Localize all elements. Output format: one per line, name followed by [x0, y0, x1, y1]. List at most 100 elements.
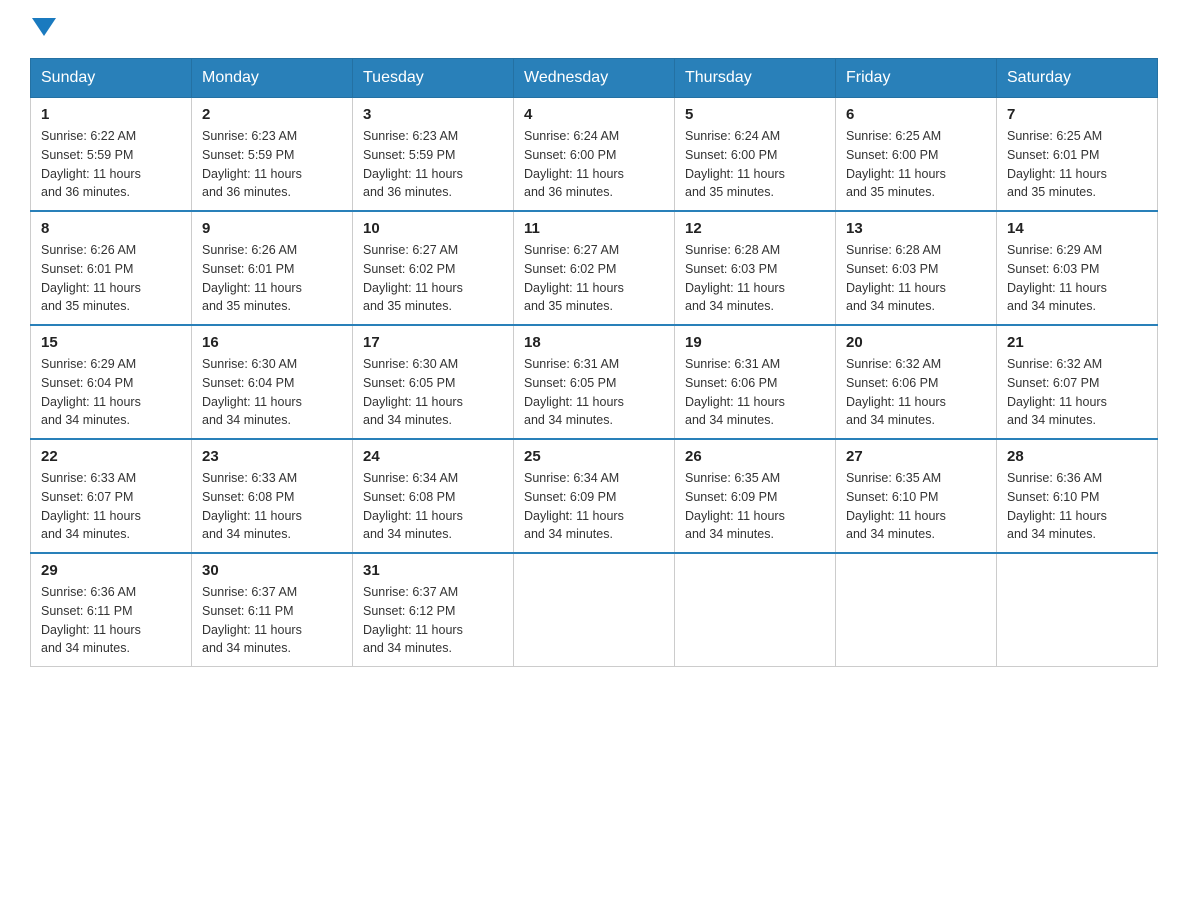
empty-cell	[514, 553, 675, 667]
day-sun-info: Sunrise: 6:23 AMSunset: 5:59 PMDaylight:…	[202, 127, 342, 202]
day-sun-info: Sunrise: 6:31 AMSunset: 6:06 PMDaylight:…	[685, 355, 825, 430]
day-sun-info: Sunrise: 6:26 AMSunset: 6:01 PMDaylight:…	[41, 241, 181, 316]
day-number: 18	[524, 334, 664, 351]
day-sun-info: Sunrise: 6:32 AMSunset: 6:06 PMDaylight:…	[846, 355, 986, 430]
day-sun-info: Sunrise: 6:33 AMSunset: 6:08 PMDaylight:…	[202, 469, 342, 544]
day-number: 1	[41, 106, 181, 123]
day-sun-info: Sunrise: 6:30 AMSunset: 6:04 PMDaylight:…	[202, 355, 342, 430]
day-cell-17: 17 Sunrise: 6:30 AMSunset: 6:05 PMDayligh…	[353, 325, 514, 439]
day-number: 21	[1007, 334, 1147, 351]
day-cell-30: 30 Sunrise: 6:37 AMSunset: 6:11 PMDayligh…	[192, 553, 353, 667]
weekday-header-saturday: Saturday	[997, 59, 1158, 98]
day-sun-info: Sunrise: 6:37 AMSunset: 6:11 PMDaylight:…	[202, 583, 342, 658]
day-cell-22: 22 Sunrise: 6:33 AMSunset: 6:07 PMDayligh…	[31, 439, 192, 553]
day-sun-info: Sunrise: 6:33 AMSunset: 6:07 PMDaylight:…	[41, 469, 181, 544]
day-cell-27: 27Sunrise: 6:35 AMSunset: 6:10 PMDayligh…	[836, 439, 997, 553]
day-cell-25: 25 Sunrise: 6:34 AMSunset: 6:09 PMDayligh…	[514, 439, 675, 553]
day-number: 25	[524, 448, 664, 465]
logo-triangle-icon	[32, 18, 56, 36]
day-number: 10	[363, 220, 503, 237]
week-row-5: 29 Sunrise: 6:36 AMSunset: 6:11 PMDayligh…	[31, 553, 1158, 667]
calendar-table: SundayMondayTuesdayWednesdayThursdayFrid…	[30, 58, 1158, 667]
day-number: 12	[685, 220, 825, 237]
day-sun-info: Sunrise: 6:24 AMSunset: 6:00 PMDaylight:…	[685, 127, 825, 202]
day-sun-info: Sunrise: 6:25 AMSunset: 6:00 PMDaylight:…	[846, 127, 986, 202]
day-cell-11: 11Sunrise: 6:27 AMSunset: 6:02 PMDayligh…	[514, 211, 675, 325]
day-number: 26	[685, 448, 825, 465]
day-sun-info: Sunrise: 6:32 AMSunset: 6:07 PMDaylight:…	[1007, 355, 1147, 430]
week-row-2: 8 Sunrise: 6:26 AMSunset: 6:01 PMDaylight…	[31, 211, 1158, 325]
day-number: 4	[524, 106, 664, 123]
day-sun-info: Sunrise: 6:29 AMSunset: 6:03 PMDaylight:…	[1007, 241, 1147, 316]
day-number: 29	[41, 562, 181, 579]
day-number: 13	[846, 220, 986, 237]
day-cell-29: 29 Sunrise: 6:36 AMSunset: 6:11 PMDayligh…	[31, 553, 192, 667]
day-sun-info: Sunrise: 6:30 AMSunset: 6:05 PMDaylight:…	[363, 355, 503, 430]
day-cell-13: 13Sunrise: 6:28 AMSunset: 6:03 PMDayligh…	[836, 211, 997, 325]
day-number: 31	[363, 562, 503, 579]
day-sun-info: Sunrise: 6:34 AMSunset: 6:09 PMDaylight:…	[524, 469, 664, 544]
day-number: 20	[846, 334, 986, 351]
weekday-header-thursday: Thursday	[675, 59, 836, 98]
weekday-header-sunday: Sunday	[31, 59, 192, 98]
empty-cell	[836, 553, 997, 667]
day-number: 19	[685, 334, 825, 351]
day-sun-info: Sunrise: 6:26 AMSunset: 6:01 PMDaylight:…	[202, 241, 342, 316]
day-number: 17	[363, 334, 503, 351]
day-number: 22	[41, 448, 181, 465]
day-cell-2: 2 Sunrise: 6:23 AMSunset: 5:59 PMDaylight…	[192, 98, 353, 212]
weekday-header-monday: Monday	[192, 59, 353, 98]
week-row-1: 1Sunrise: 6:22 AMSunset: 5:59 PMDaylight…	[31, 98, 1158, 212]
day-number: 5	[685, 106, 825, 123]
day-cell-18: 18 Sunrise: 6:31 AMSunset: 6:05 PMDayligh…	[514, 325, 675, 439]
day-number: 16	[202, 334, 342, 351]
day-cell-26: 26 Sunrise: 6:35 AMSunset: 6:09 PMDayligh…	[675, 439, 836, 553]
day-sun-info: Sunrise: 6:37 AMSunset: 6:12 PMDaylight:…	[363, 583, 503, 658]
week-row-3: 15Sunrise: 6:29 AMSunset: 6:04 PMDayligh…	[31, 325, 1158, 439]
day-number: 24	[363, 448, 503, 465]
empty-cell	[675, 553, 836, 667]
day-cell-28: 28Sunrise: 6:36 AMSunset: 6:10 PMDayligh…	[997, 439, 1158, 553]
weekday-header-row: SundayMondayTuesdayWednesdayThursdayFrid…	[31, 59, 1158, 98]
day-cell-14: 14Sunrise: 6:29 AMSunset: 6:03 PMDayligh…	[997, 211, 1158, 325]
day-sun-info: Sunrise: 6:35 AMSunset: 6:09 PMDaylight:…	[685, 469, 825, 544]
day-number: 9	[202, 220, 342, 237]
day-cell-10: 10 Sunrise: 6:27 AMSunset: 6:02 PMDayligh…	[353, 211, 514, 325]
day-sun-info: Sunrise: 6:36 AMSunset: 6:11 PMDaylight:…	[41, 583, 181, 658]
day-sun-info: Sunrise: 6:28 AMSunset: 6:03 PMDaylight:…	[685, 241, 825, 316]
day-cell-8: 8 Sunrise: 6:26 AMSunset: 6:01 PMDaylight…	[31, 211, 192, 325]
day-cell-5: 5 Sunrise: 6:24 AMSunset: 6:00 PMDaylight…	[675, 98, 836, 212]
day-number: 7	[1007, 106, 1147, 123]
day-sun-info: Sunrise: 6:31 AMSunset: 6:05 PMDaylight:…	[524, 355, 664, 430]
day-sun-info: Sunrise: 6:23 AMSunset: 5:59 PMDaylight:…	[363, 127, 503, 202]
day-number: 28	[1007, 448, 1147, 465]
weekday-header-tuesday: Tuesday	[353, 59, 514, 98]
week-row-4: 22 Sunrise: 6:33 AMSunset: 6:07 PMDayligh…	[31, 439, 1158, 553]
day-cell-1: 1Sunrise: 6:22 AMSunset: 5:59 PMDaylight…	[31, 98, 192, 212]
day-sun-info: Sunrise: 6:24 AMSunset: 6:00 PMDaylight:…	[524, 127, 664, 202]
weekday-header-wednesday: Wednesday	[514, 59, 675, 98]
day-number: 11	[524, 220, 664, 237]
day-cell-6: 6 Sunrise: 6:25 AMSunset: 6:00 PMDaylight…	[836, 98, 997, 212]
day-number: 30	[202, 562, 342, 579]
day-number: 23	[202, 448, 342, 465]
day-cell-23: 23 Sunrise: 6:33 AMSunset: 6:08 PMDayligh…	[192, 439, 353, 553]
empty-cell	[997, 553, 1158, 667]
day-cell-16: 16 Sunrise: 6:30 AMSunset: 6:04 PMDayligh…	[192, 325, 353, 439]
page-header	[30, 20, 1158, 38]
day-number: 3	[363, 106, 503, 123]
day-sun-info: Sunrise: 6:27 AMSunset: 6:02 PMDaylight:…	[363, 241, 503, 316]
day-cell-9: 9 Sunrise: 6:26 AMSunset: 6:01 PMDaylight…	[192, 211, 353, 325]
day-cell-31: 31 Sunrise: 6:37 AMSunset: 6:12 PMDayligh…	[353, 553, 514, 667]
day-cell-12: 12 Sunrise: 6:28 AMSunset: 6:03 PMDayligh…	[675, 211, 836, 325]
day-number: 27	[846, 448, 986, 465]
day-sun-info: Sunrise: 6:25 AMSunset: 6:01 PMDaylight:…	[1007, 127, 1147, 202]
day-cell-21: 21 Sunrise: 6:32 AMSunset: 6:07 PMDayligh…	[997, 325, 1158, 439]
day-number: 6	[846, 106, 986, 123]
day-cell-24: 24Sunrise: 6:34 AMSunset: 6:08 PMDayligh…	[353, 439, 514, 553]
day-number: 8	[41, 220, 181, 237]
day-cell-7: 7 Sunrise: 6:25 AMSunset: 6:01 PMDaylight…	[997, 98, 1158, 212]
weekday-header-friday: Friday	[836, 59, 997, 98]
day-cell-19: 19 Sunrise: 6:31 AMSunset: 6:06 PMDayligh…	[675, 325, 836, 439]
day-number: 2	[202, 106, 342, 123]
